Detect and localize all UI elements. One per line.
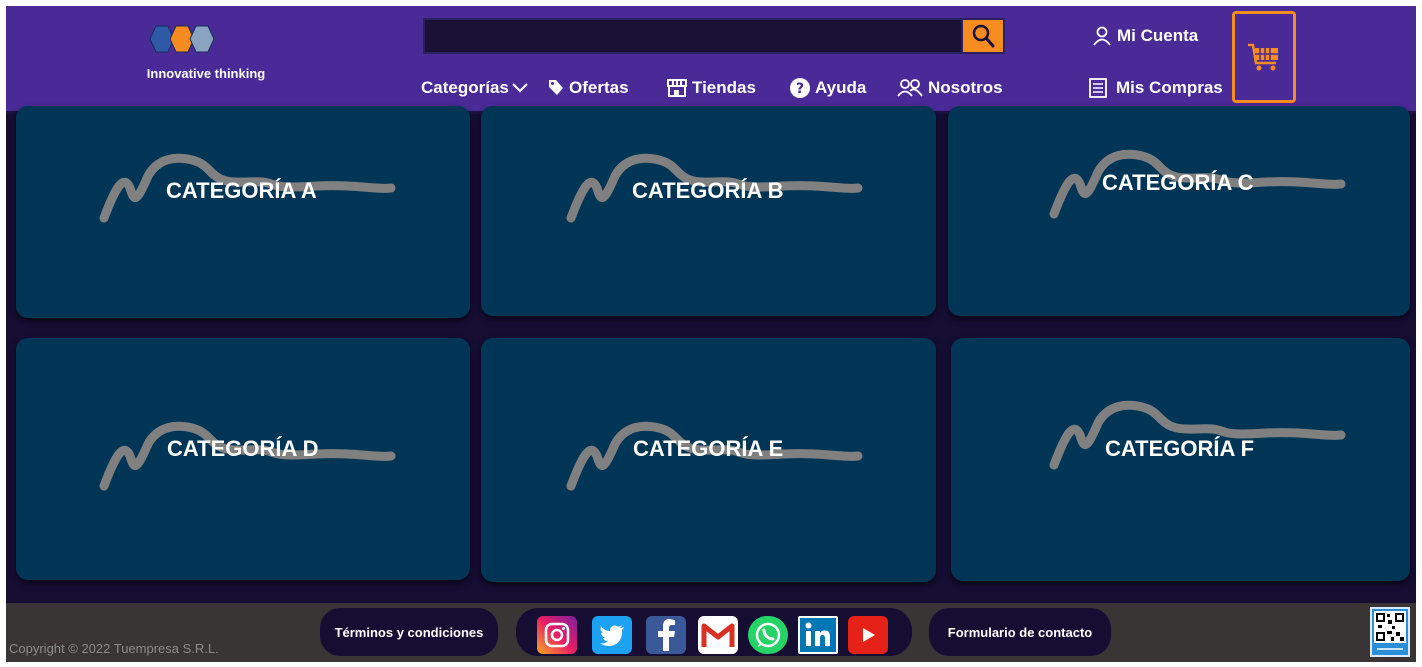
header: Innovative thinking Categorías Ofertas T… xyxy=(6,6,1416,113)
copyright: Copyright © 2022 Tuempresa S.R.L. xyxy=(9,641,219,656)
purchases-label: Mis Compras xyxy=(1116,78,1223,97)
contact-form-link[interactable]: Formulario de contacto xyxy=(929,608,1111,656)
purchases-link[interactable]: Mis Compras xyxy=(1087,76,1223,100)
search-button[interactable] xyxy=(961,18,1005,54)
cart-button[interactable] xyxy=(1232,11,1296,103)
store-icon xyxy=(667,79,687,97)
account-link[interactable]: Mi Cuenta xyxy=(1092,24,1198,48)
gmail-icon[interactable] xyxy=(698,616,738,654)
account-label: Mi Cuenta xyxy=(1117,26,1199,45)
facebook-icon[interactable] xyxy=(646,616,686,654)
logo-icon[interactable] xyxy=(146,22,226,56)
category-card-b[interactable]: CATEGORÍA B xyxy=(481,106,936,316)
category-label: CATEGORÍA E xyxy=(633,436,784,461)
category-label: CATEGORÍA D xyxy=(167,436,319,461)
nav-categorias[interactable]: Categorías xyxy=(421,76,533,100)
data-fiscal-qr-icon[interactable] xyxy=(1370,607,1410,657)
nav-categorias-label: Categorías xyxy=(421,78,509,97)
youtube-icon[interactable] xyxy=(848,616,888,654)
category-card-f[interactable]: CATEGORÍA F xyxy=(951,338,1410,581)
nav-tiendas-label: Tiendas xyxy=(692,78,756,97)
footer: Copyright © 2022 Tuempresa S.R.L. Términ… xyxy=(6,603,1416,662)
help-icon: ? xyxy=(790,78,810,98)
category-card-c[interactable]: CATEGORÍA C xyxy=(948,106,1410,316)
svg-text:?: ? xyxy=(796,81,804,97)
app-frame: Innovative thinking Categorías Ofertas T… xyxy=(6,6,1416,662)
chevron-down-icon xyxy=(512,83,528,93)
category-label: CATEGORÍA C xyxy=(1102,170,1254,195)
nav-nosotros[interactable]: Nosotros xyxy=(896,76,1003,100)
nav-ofertas[interactable]: Ofertas xyxy=(547,76,629,100)
linkedin-icon[interactable] xyxy=(798,616,838,654)
category-card-e[interactable]: CATEGORÍA E xyxy=(481,338,936,582)
nav-ayuda-label: Ayuda xyxy=(815,78,867,97)
instagram-icon[interactable] xyxy=(537,616,577,654)
cart-icon xyxy=(1248,43,1278,71)
whatsapp-icon[interactable] xyxy=(748,616,788,654)
twitter-icon[interactable] xyxy=(592,616,632,654)
category-label: CATEGORÍA F xyxy=(1105,436,1255,461)
category-card-a[interactable]: CATEGORÍA A xyxy=(16,106,470,318)
nav-ayuda[interactable]: ? Ayuda xyxy=(789,76,866,100)
nav-tiendas[interactable]: Tiendas xyxy=(666,76,756,100)
category-label: CATEGORÍA B xyxy=(632,178,784,203)
search-icon xyxy=(972,24,995,48)
nav-ofertas-label: Ofertas xyxy=(569,78,629,97)
search-input[interactable] xyxy=(423,18,963,54)
social-bar xyxy=(516,608,912,656)
category-card-d[interactable]: CATEGORÍA D xyxy=(16,338,470,580)
tagline: Innovative thinking xyxy=(146,66,266,81)
category-label: CATEGORÍA A xyxy=(166,178,317,203)
user-icon xyxy=(1093,26,1111,46)
receipt-icon xyxy=(1089,78,1107,98)
tag-icon xyxy=(549,80,563,95)
people-icon xyxy=(897,79,923,97)
terms-link[interactable]: Términos y condiciones xyxy=(320,608,498,656)
nav-nosotros-label: Nosotros xyxy=(928,78,1003,97)
